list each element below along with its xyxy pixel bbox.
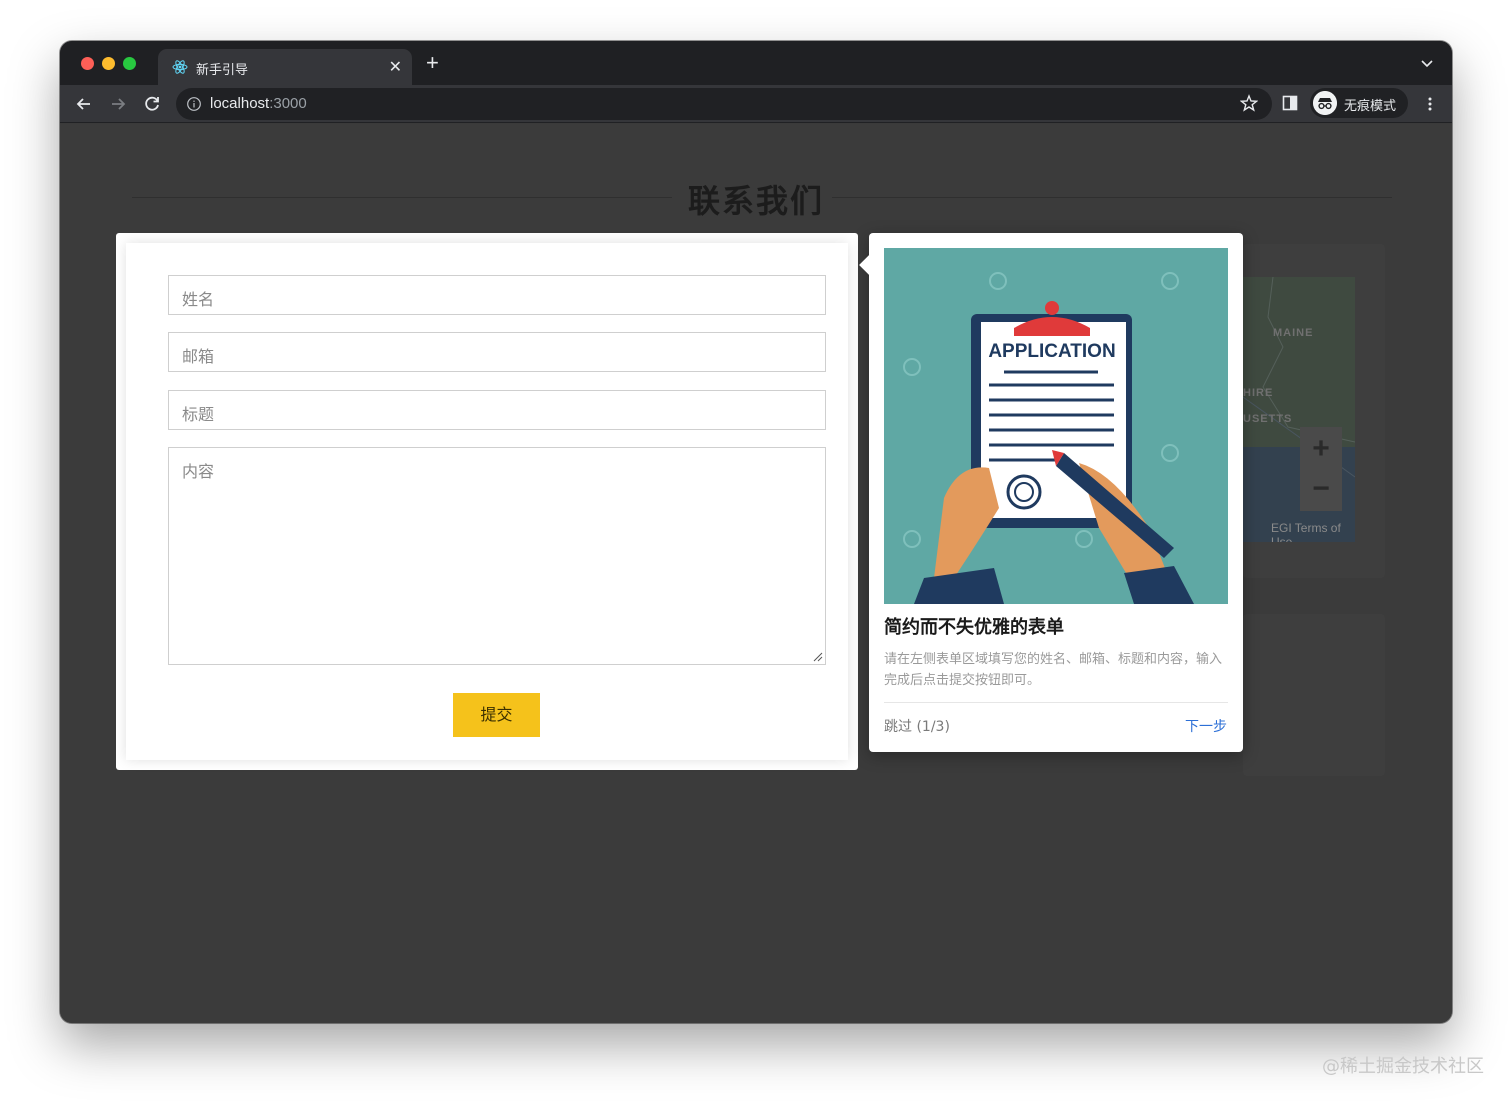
bookmark-star-icon[interactable] xyxy=(1240,94,1258,112)
chevron-down-icon[interactable] xyxy=(1420,56,1434,70)
url-text[interactable]: localhost:3000 xyxy=(210,95,307,112)
tab-strip: 新手引导 ✕ + xyxy=(60,41,1452,85)
popover-title: 简约而不失优雅的表单 xyxy=(884,617,1064,638)
forward-arrow-icon[interactable] xyxy=(108,94,128,114)
map-zoom-control: + − xyxy=(1300,427,1342,511)
application-illustration: APPLICATION xyxy=(884,248,1228,604)
reload-icon[interactable] xyxy=(142,94,162,114)
watermark: @稀土掘金技术社区 xyxy=(1322,1056,1484,1077)
incognito-profile-button[interactable]: 无痕模式 xyxy=(1310,88,1408,118)
tab-active[interactable]: 新手引导 ✕ xyxy=(158,49,412,85)
resize-grip-icon[interactable] xyxy=(813,652,823,662)
map-label-usetts: USETTS xyxy=(1243,413,1293,425)
submit-button[interactable]: 提交 xyxy=(453,693,540,737)
map-label-maine: MAINE xyxy=(1273,327,1314,339)
content-textarea[interactable]: 内容 xyxy=(168,447,826,665)
onboarding-popover: APPLICATION 简约而不失优雅的表单 请在左侧表单区域填写您的姓名、邮箱… xyxy=(859,233,1243,752)
contact-form-card: 姓名 邮箱 标题 内容 提交 xyxy=(116,233,858,770)
name-input[interactable]: 姓名 xyxy=(168,275,826,315)
page-viewport: 联系我们 MAINE HIRE USETTS + − EGI Terms of … xyxy=(60,124,1452,1023)
more-menu-icon[interactable] xyxy=(1422,96,1438,112)
popover-description: 请在左侧表单区域填写您的姓名、邮箱、标题和内容，输入完成后点击提交按钮即可。 xyxy=(884,652,1223,688)
back-arrow-icon[interactable] xyxy=(74,94,94,114)
side-panel-icon[interactable] xyxy=(1282,95,1298,111)
address-bar[interactable]: localhost:3000 xyxy=(176,88,1272,120)
close-tab-icon[interactable]: ✕ xyxy=(389,57,402,77)
popover-divider xyxy=(884,702,1228,703)
browser-toolbar: localhost:3000 无痕模式 xyxy=(60,85,1452,123)
tab-title: 新手引导 xyxy=(196,63,249,78)
map[interactable]: MAINE HIRE USETTS + − EGI Terms of Use xyxy=(1243,277,1355,542)
incognito-label: 无痕模式 xyxy=(1344,99,1397,114)
react-icon xyxy=(172,60,188,74)
new-tab-button[interactable]: + xyxy=(426,51,439,75)
page-title: 联系我们 xyxy=(687,182,824,220)
incognito-icon xyxy=(1313,91,1337,115)
next-step-button[interactable]: 下一步 xyxy=(1185,716,1227,736)
zoom-in-button[interactable]: + xyxy=(1300,429,1342,469)
zoom-out-button[interactable]: − xyxy=(1300,469,1342,509)
minimize-window-button[interactable] xyxy=(102,57,115,70)
map-attribution[interactable]: EGI Terms of Use xyxy=(1271,521,1355,542)
illustration-heading: APPLICATION xyxy=(988,341,1115,362)
popover-arrow xyxy=(859,255,879,275)
map-label-hire: HIRE xyxy=(1243,387,1274,399)
info-icon[interactable] xyxy=(186,96,202,112)
skip-tour-button[interactable]: 跳过 (1/3) xyxy=(884,716,950,736)
subject-input[interactable]: 标题 xyxy=(168,390,826,430)
email-input[interactable]: 邮箱 xyxy=(168,332,826,372)
close-window-button[interactable] xyxy=(81,57,94,70)
contact-form: 姓名 邮箱 标题 内容 提交 xyxy=(126,243,848,760)
maximize-window-button[interactable] xyxy=(123,57,136,70)
info-card xyxy=(1243,614,1385,776)
browser-window: 新手引导 ✕ + localhost:3000 无痕模式 联系我们 MAINE … xyxy=(60,41,1452,1023)
